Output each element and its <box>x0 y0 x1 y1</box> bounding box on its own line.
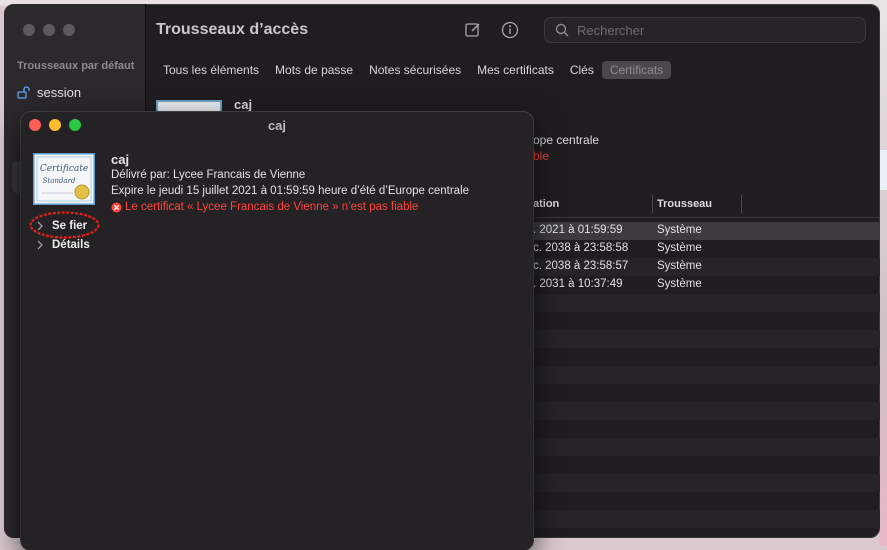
tab-my-certificates[interactable]: Mes certificats <box>469 61 562 79</box>
minimize-button-inactive[interactable] <box>43 24 55 36</box>
certificate-window: caj Certificate Standard caj Délivré par… <box>21 112 533 550</box>
keychain-cell: Système <box>657 260 702 272</box>
disclosure-details-label: Détails <box>52 239 90 251</box>
tab-keys[interactable]: Clés <box>562 61 602 79</box>
disclosure-trust[interactable]: Se fier <box>36 220 87 232</box>
certificate-issuer: Délivré par: Lycee Francais de Vienne <box>111 169 306 181</box>
tab-secure-notes[interactable]: Notes sécurisées <box>361 61 469 79</box>
search-field[interactable] <box>544 17 866 43</box>
detail-warning-fragment: ble <box>533 149 550 163</box>
desktop-edge-highlight <box>879 150 887 190</box>
certificate-line1: Certificate <box>40 164 88 174</box>
expiry-cell: . 2021 à 01:59:59 <box>533 224 623 236</box>
column-divider[interactable] <box>652 195 653 213</box>
lock-icon <box>17 86 30 99</box>
error-icon <box>111 202 122 212</box>
column-header-expiration[interactable]: ation <box>533 198 559 210</box>
dialog-title: caj <box>267 118 287 133</box>
disclosure-trust-label: Se fier <box>52 220 88 232</box>
tab-passwords[interactable]: Mots de passe <box>267 61 361 79</box>
keychain-cell: Système <box>657 224 702 236</box>
expiry-cell: c. 2038 à 23:58:58 <box>533 242 629 254</box>
window-title: Trousseaux d’accès <box>156 21 309 38</box>
expiry-cell: . 2031 à 10:37:49 <box>533 278 623 290</box>
certificate-expiry: Expire le jeudi 15 juillet 2021 à 01:59:… <box>111 185 470 197</box>
column-header-keychain[interactable]: Trousseau <box>657 198 712 210</box>
title-bar[interactable]: caj <box>21 112 533 138</box>
sidebar-item-label: session <box>37 84 82 100</box>
search-icon <box>555 23 569 37</box>
disclosure-details[interactable]: Détails <box>36 239 90 251</box>
column-divider[interactable] <box>741 195 742 213</box>
expiry-cell: c. 2038 à 23:58:57 <box>533 260 629 272</box>
category-tabs: Tous les éléments Mots de passe Notes sé… <box>155 61 672 79</box>
trust-warning: Le certificat « Lycee Francais de Vienne… <box>111 201 418 213</box>
certificate-icon: Certificate Standard <box>33 153 95 205</box>
desktop-edge <box>879 0 887 546</box>
zoom-button-inactive[interactable] <box>63 24 75 36</box>
search-input[interactable] <box>575 21 859 39</box>
chevron-right-icon <box>37 221 43 231</box>
detail-expiry-fragment: ope centrale <box>533 133 600 147</box>
tab-all-items[interactable]: Tous les éléments <box>155 61 267 79</box>
info-icon[interactable] <box>501 21 519 39</box>
tab-certificates[interactable]: Certificats <box>601 61 672 79</box>
sidebar-heading: Trousseaux par défaut <box>17 60 135 72</box>
trust-warning-text: Le certificat « Lycee Francais de Vienne… <box>125 201 419 213</box>
keychain-cell: Système <box>657 242 702 254</box>
chevron-right-icon <box>37 240 43 250</box>
certificate-name: caj <box>111 152 130 167</box>
keychain-cell: Système <box>657 278 702 290</box>
compose-icon[interactable] <box>464 21 482 39</box>
sidebar-item-session[interactable]: session <box>17 82 81 102</box>
detail-title: caj <box>234 97 253 112</box>
close-button-inactive[interactable] <box>23 24 35 36</box>
certificate-line2: Standard <box>43 177 76 185</box>
